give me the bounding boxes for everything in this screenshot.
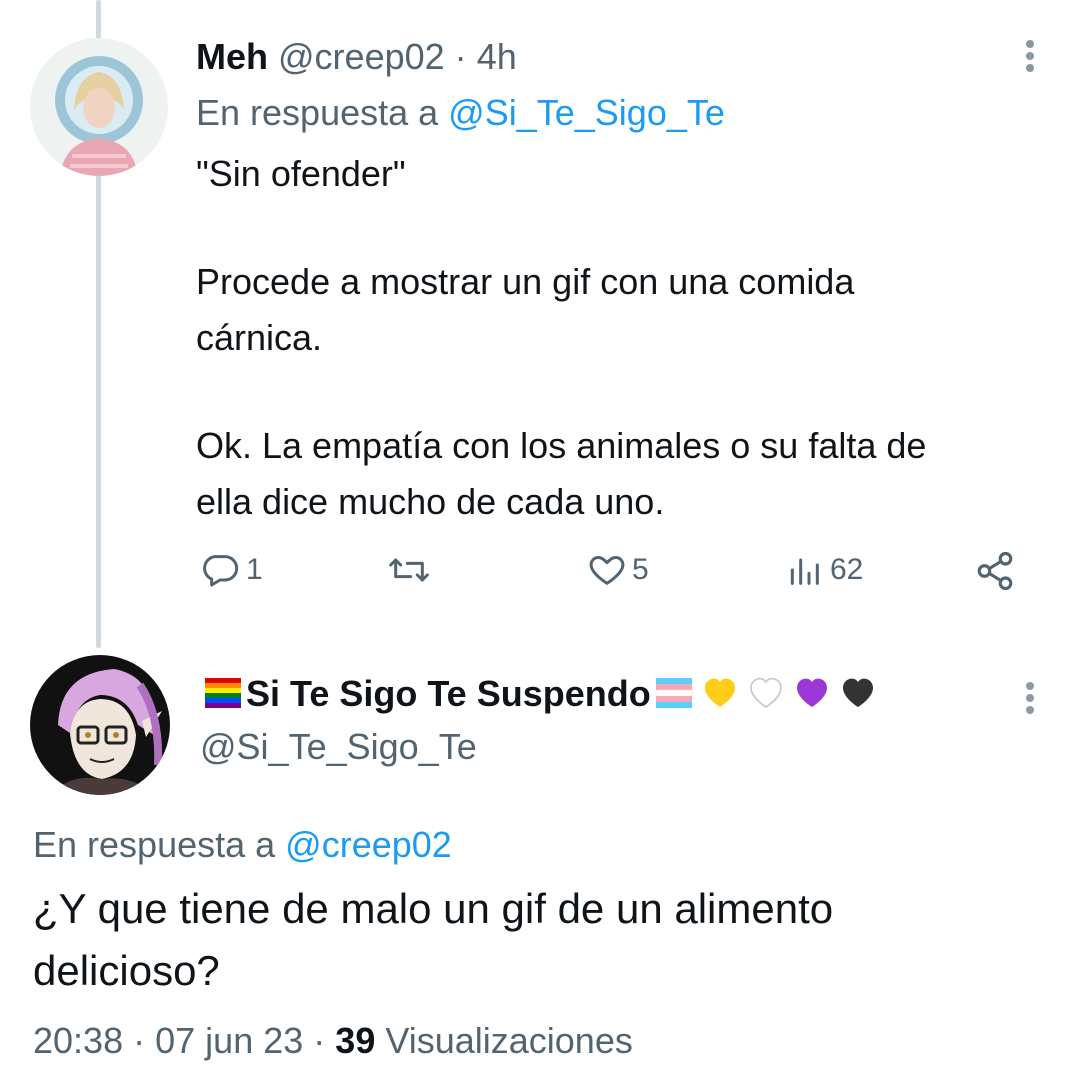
- text-line: Procede a mostrar un gif con una comida: [196, 261, 855, 302]
- text-line: delicioso?: [33, 947, 220, 994]
- tweet-text: "Sin ofender" Procede a mostrar un gif c…: [196, 146, 926, 530]
- tweet-header: Si Te Sigo Te Suspendo: [200, 672, 881, 715]
- share-button[interactable]: [974, 550, 1016, 592]
- reply-context: En respuesta a @Si_Te_Sigo_Te: [196, 92, 725, 134]
- views-label: Visualizaciones: [385, 1020, 633, 1061]
- avatar-image: [30, 38, 168, 176]
- views-button[interactable]: 62: [786, 550, 863, 590]
- retweet-icon: [389, 558, 429, 582]
- text-line: "Sin ofender": [196, 153, 406, 194]
- purple-heart-icon: [792, 672, 832, 712]
- tweet-meta: 20:38 · 07 jun 23 · 39 Visualizaciones: [33, 1020, 633, 1062]
- text-line: ¿Y que tiene de malo un gif de un alimen…: [33, 885, 834, 932]
- reply-to-link[interactable]: @Si_Te_Sigo_Te: [448, 92, 725, 133]
- trans-flag-icon: [654, 672, 694, 712]
- separator: ·: [313, 1020, 326, 1061]
- heart-icon: [589, 556, 625, 585]
- separator: ·: [133, 1020, 146, 1061]
- tweet-actions: 1 5 62: [196, 550, 1036, 600]
- share-icon: [977, 551, 1013, 591]
- more-options-button[interactable]: [1020, 678, 1040, 738]
- views-count: 62: [830, 553, 864, 586]
- reply-count: 1: [246, 553, 263, 586]
- more-dots-icon: [1026, 40, 1034, 72]
- date[interactable]: 07 jun 23: [155, 1020, 303, 1061]
- yellow-heart-icon: [700, 672, 740, 712]
- display-name[interactable]: Meh: [196, 36, 268, 77]
- tweet-text: ¿Y que tiene de malo un gif de un alimen…: [33, 878, 833, 1002]
- views-count: 39: [335, 1020, 376, 1061]
- reply-to-link[interactable]: @creep02: [285, 824, 452, 865]
- timestamp[interactable]: 4h: [477, 36, 517, 77]
- handle[interactable]: @Si_Te_Sigo_Te: [200, 726, 477, 767]
- text-line: Ok. La empatía con los animales o su fal…: [196, 425, 927, 466]
- text-line: cárnica.: [196, 317, 323, 358]
- text-line: ella dice mucho de cada uno.: [196, 481, 665, 522]
- retweet-button[interactable]: [386, 550, 432, 590]
- rainbow-flag-icon: [203, 672, 243, 712]
- avatar[interactable]: [30, 38, 168, 176]
- like-button[interactable]: 5: [586, 550, 649, 590]
- avatar[interactable]: [30, 655, 170, 795]
- more-options-button[interactable]: [1020, 36, 1040, 96]
- black-heart-icon: [838, 672, 878, 712]
- avatar-image: [30, 655, 170, 795]
- tweet-header: Meh @creep02 · 4h: [196, 36, 517, 78]
- reply-context: En respuesta a @creep02: [33, 824, 452, 866]
- handle[interactable]: @creep02: [278, 36, 445, 77]
- display-name[interactable]: Si Te Sigo Te Suspendo: [246, 673, 651, 714]
- reply-icon: [203, 555, 239, 587]
- more-dots-icon: [1026, 682, 1034, 714]
- white-heart-icon: [746, 672, 786, 712]
- reply-prefix: En respuesta a: [196, 92, 439, 133]
- views-icon: [790, 558, 819, 585]
- separator: ·: [454, 36, 467, 77]
- timestamp[interactable]: 20:38: [33, 1020, 123, 1061]
- reply-prefix: En respuesta a: [33, 824, 276, 865]
- handle-line: @Si_Te_Sigo_Te: [200, 726, 477, 768]
- reply-button[interactable]: 1: [200, 550, 263, 590]
- like-count: 5: [632, 553, 649, 586]
